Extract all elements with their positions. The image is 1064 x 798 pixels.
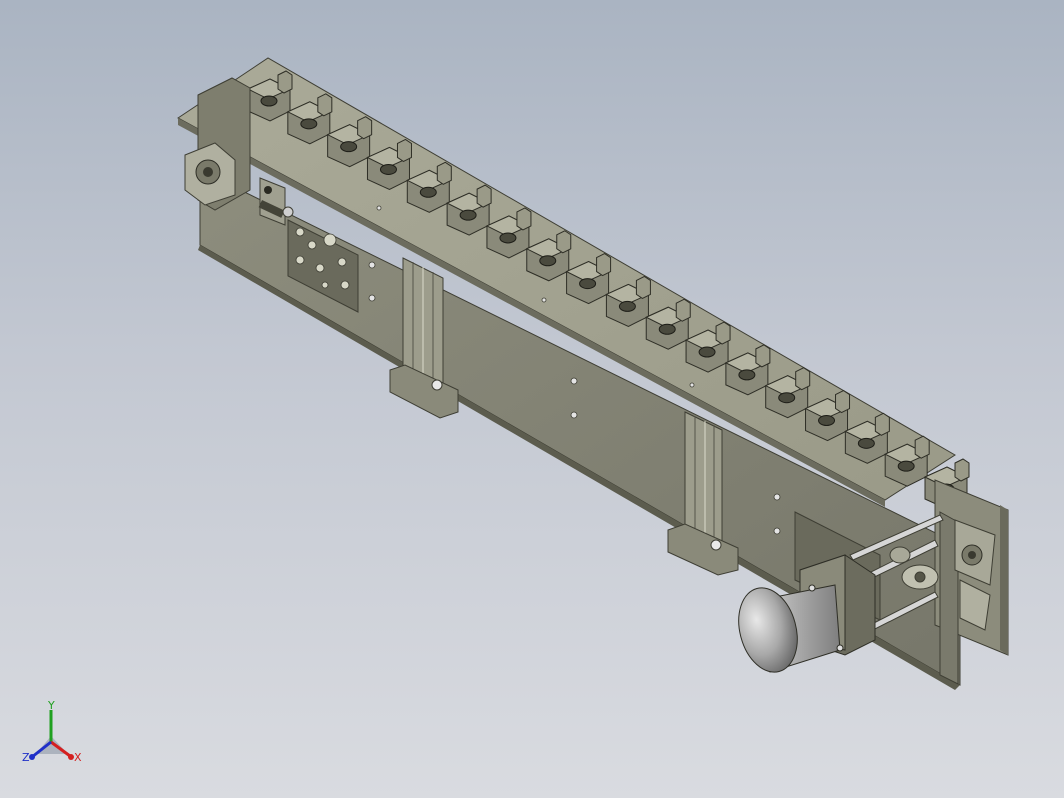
conveyor-assembly-model[interactable] (0, 0, 1064, 798)
gear-motor-icon[interactable] (730, 554, 876, 679)
right-end-plate (934, 479, 1009, 685)
cad-viewport[interactable]: Y X Z (0, 0, 1064, 798)
view-orientation-triad[interactable]: Y X Z (18, 700, 88, 770)
z-axis-label: Z (22, 751, 30, 764)
x-axis-label: X (74, 751, 82, 764)
top-rail-front-edge (178, 118, 885, 507)
z-axis-tip (29, 754, 35, 760)
y-axis-label: Y (47, 700, 55, 712)
